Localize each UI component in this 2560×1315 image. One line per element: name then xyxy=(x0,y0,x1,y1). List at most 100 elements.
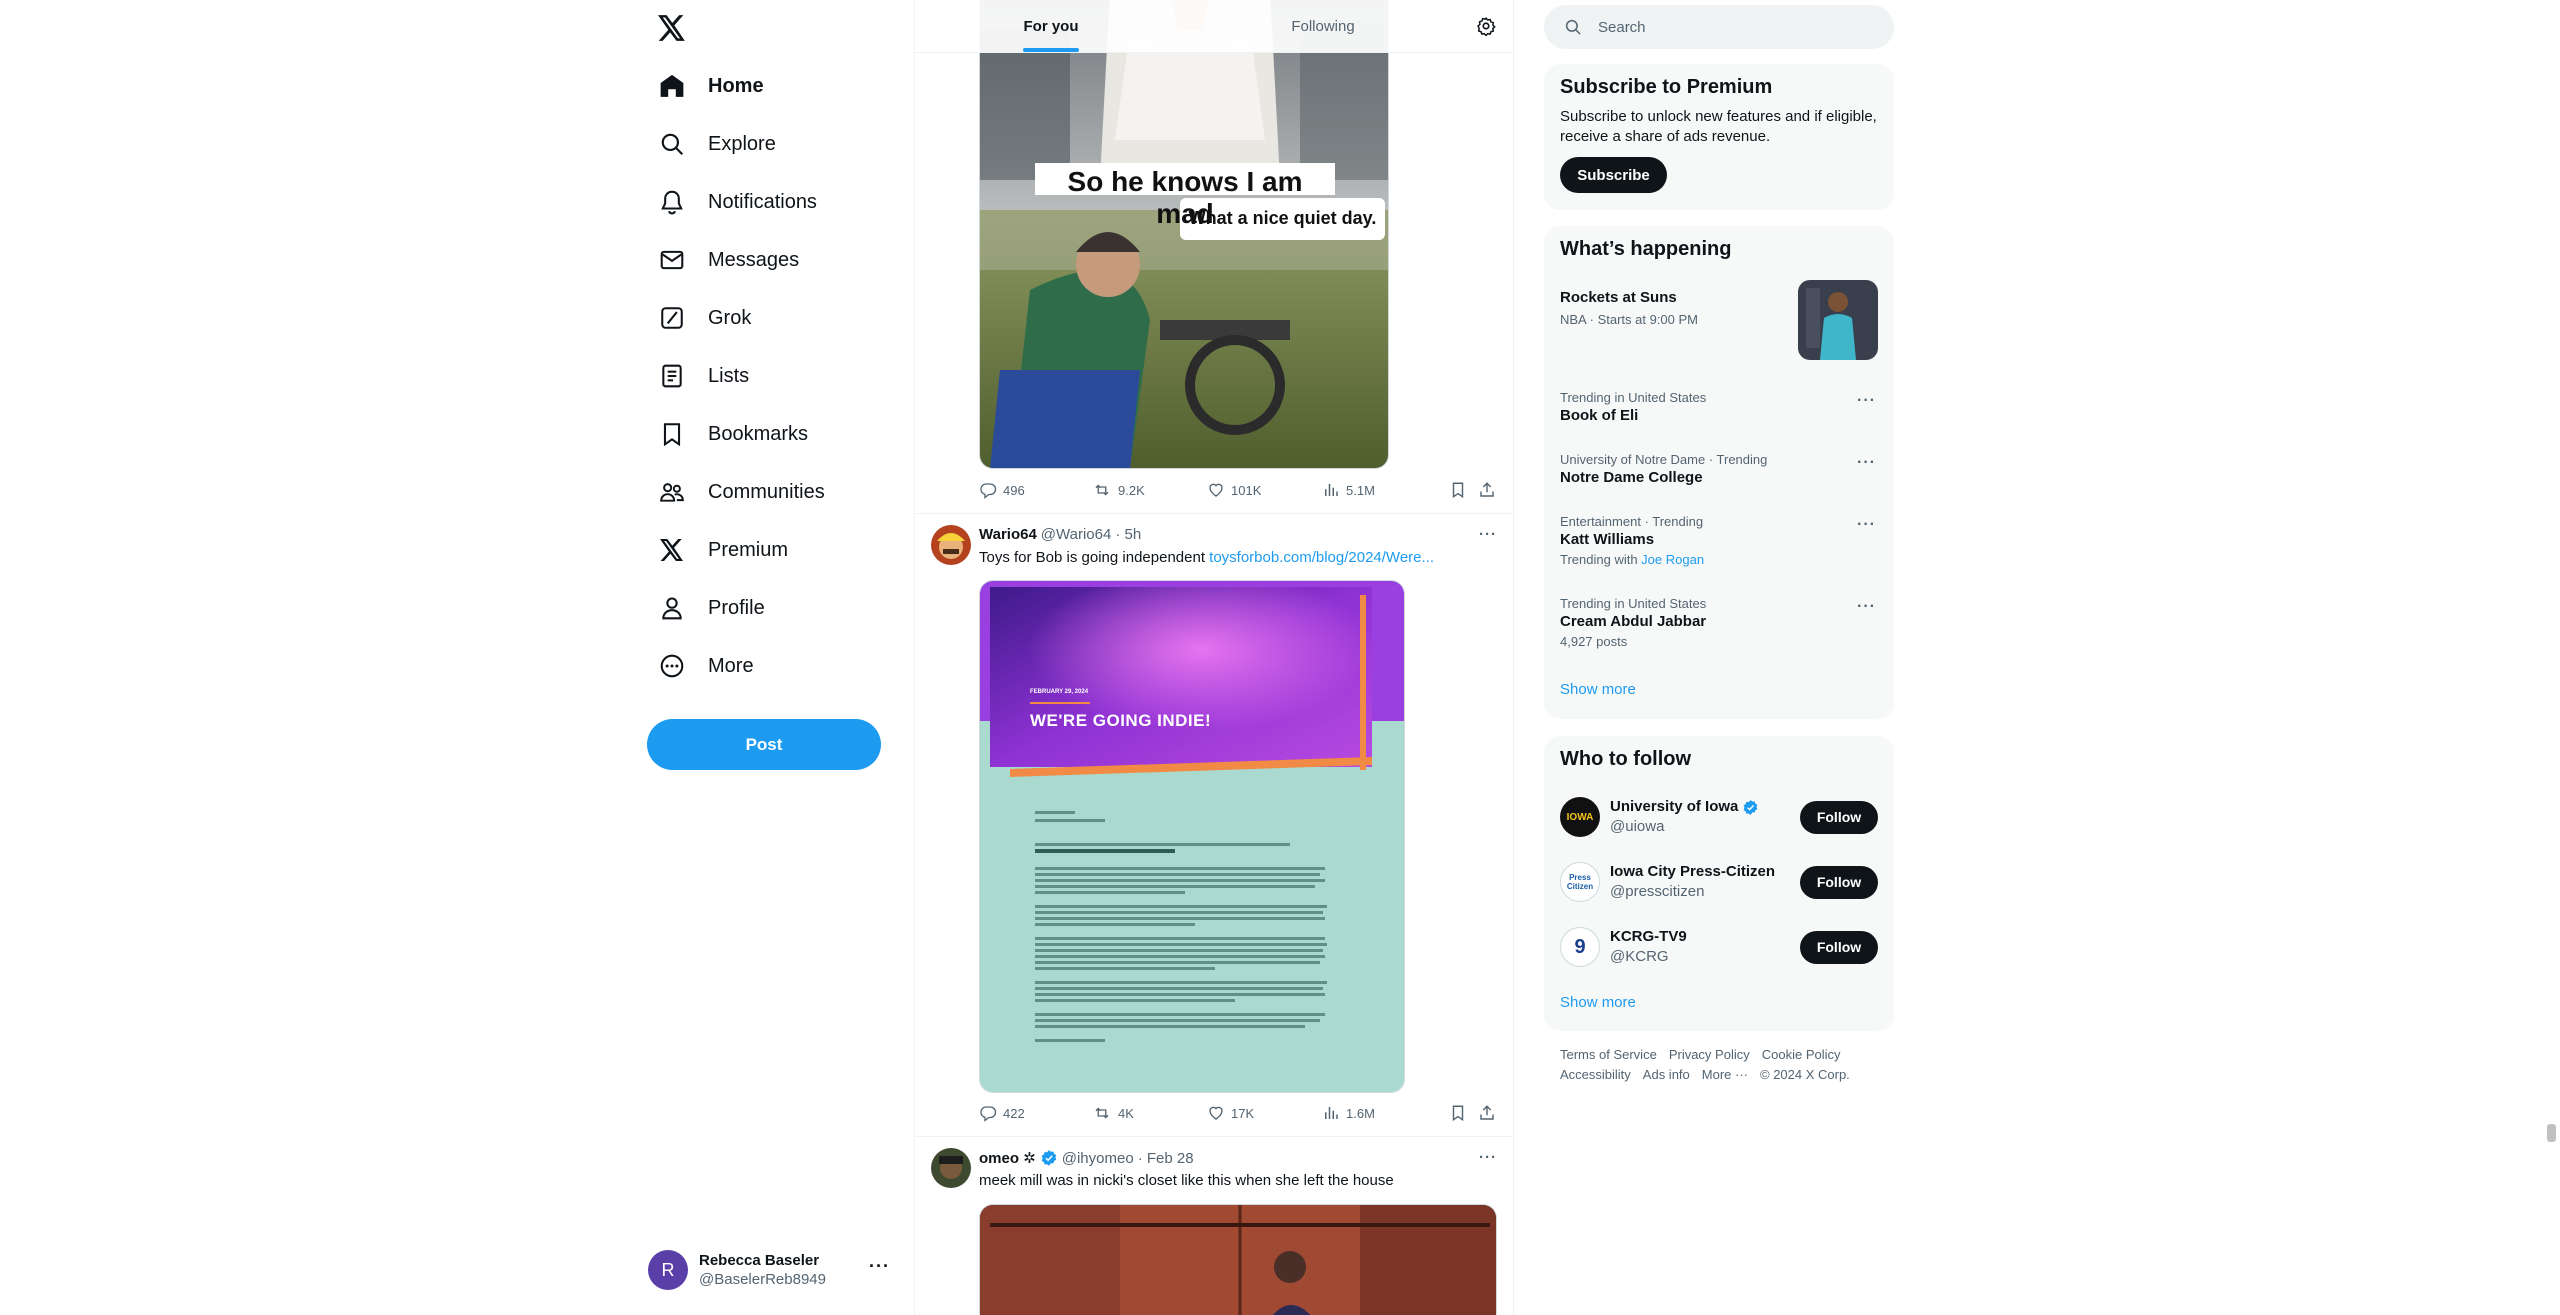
search-icon xyxy=(1565,19,1581,35)
nav-profile[interactable]: Profile xyxy=(640,582,765,634)
follow-button[interactable]: Follow xyxy=(1800,930,1878,964)
whats-happening-card: What’s happening Rockets at Suns NBA · S… xyxy=(1544,226,1894,719)
tab-label: Following xyxy=(1291,17,1355,35)
tweet-link[interactable]: toysforbob.com/blog/2024/Were... xyxy=(1209,549,1434,566)
tweet-time[interactable]: · 5h xyxy=(1115,526,1141,543)
nav-notifications[interactable]: Notifications xyxy=(640,176,817,228)
nav-more[interactable]: More xyxy=(640,640,754,692)
follow-suggestion[interactable]: IOWA University of Iowa @uiowa Follow xyxy=(1544,785,1894,849)
tweet-author-name[interactable]: Wario64 xyxy=(979,526,1037,543)
share-icon xyxy=(1480,1105,1494,1120)
follow-suggestion[interactable]: Press Citizen Iowa City Press-Citizen @p… xyxy=(1544,850,1894,914)
tweet-more-icon[interactable]: ··· xyxy=(1479,526,1497,543)
nav-grok[interactable]: Grok xyxy=(640,292,751,344)
bookmark-button[interactable] xyxy=(1449,481,1467,499)
search-input[interactable]: Search xyxy=(1598,19,1646,36)
footer-link[interactable]: Accessibility xyxy=(1560,1067,1631,1082)
view-count: 5.1M xyxy=(1346,482,1375,498)
avatar[interactable] xyxy=(931,1148,971,1188)
follow-name: University of Iowa xyxy=(1610,798,1739,815)
nav-label: Notifications xyxy=(708,190,817,213)
nav-communities[interactable]: Communities xyxy=(640,466,825,518)
tweet-body: Toys for Bob is going independent xyxy=(979,549,1210,566)
nav-bookmarks[interactable]: Bookmarks xyxy=(640,408,808,460)
show-more-link[interactable]: Show more xyxy=(1560,681,1636,698)
tweet-image-meme[interactable]: So he knows I am mad What a nice quiet d… xyxy=(979,0,1389,469)
share-button[interactable] xyxy=(1478,1104,1496,1122)
bookmark-button[interactable] xyxy=(1449,1104,1467,1122)
bookmark-icon xyxy=(658,420,686,448)
tweet-time[interactable]: · Feb 28 xyxy=(1138,1150,1194,1167)
gear-icon[interactable] xyxy=(1459,0,1513,52)
tab-for-you[interactable]: For you xyxy=(915,0,1187,52)
tweet-text: meek mill was in nicki's closet like thi… xyxy=(979,1172,1394,1189)
nav-home[interactable]: Home xyxy=(640,60,764,112)
tab-following[interactable]: Following xyxy=(1187,0,1459,52)
footer-link[interactable]: More ··· xyxy=(1702,1067,1748,1082)
tab-indicator xyxy=(1023,48,1079,52)
reply-button[interactable]: 422 xyxy=(979,1104,1025,1122)
tweet-more-icon[interactable]: ··· xyxy=(1479,1149,1497,1166)
trend-more-icon[interactable]: ··· xyxy=(1857,516,1876,534)
tweet-video[interactable] xyxy=(979,1204,1497,1315)
repost-button[interactable]: 9.2K xyxy=(1092,481,1145,499)
trend-item[interactable]: Entertainment · Trending Katt Williams T… xyxy=(1544,514,1894,568)
event-thumbnail xyxy=(1798,280,1878,360)
trend-meta-link[interactable]: Joe Rogan xyxy=(1641,552,1704,567)
share-button[interactable] xyxy=(1478,481,1496,499)
footer-link[interactable]: Terms of Service xyxy=(1560,1047,1657,1062)
tweet-actions: 422 4K 17K 1.6M xyxy=(979,1104,1501,1124)
search-box[interactable]: Search xyxy=(1544,5,1894,49)
like-button[interactable]: 17K xyxy=(1207,1104,1254,1122)
views-button[interactable]: 5.1M xyxy=(1322,481,1375,499)
scrollbar-thumb[interactable] xyxy=(2547,1124,2556,1142)
follow-button[interactable]: Follow xyxy=(1800,865,1878,899)
section-title: Who to follow xyxy=(1560,748,1692,770)
tweet-author-handle[interactable]: @Wario64 xyxy=(1041,526,1112,543)
reply-icon xyxy=(980,483,997,499)
trend-more-icon[interactable]: ··· xyxy=(1857,454,1876,472)
post-button[interactable]: Post xyxy=(647,719,881,770)
nav-premium[interactable]: Premium xyxy=(640,524,788,576)
x-logo-icon xyxy=(658,536,686,564)
show-more-link[interactable]: Show more xyxy=(1560,994,1636,1011)
footer-link[interactable]: Ads info xyxy=(1643,1067,1690,1082)
trend-more-icon[interactable]: ··· xyxy=(1857,598,1876,616)
like-count: 101K xyxy=(1231,482,1262,498)
tweet-author-handle[interactable]: @ihyomeo xyxy=(1062,1150,1134,1167)
trend-context: Entertainment · Trending xyxy=(1560,514,1704,529)
footer-link[interactable]: Privacy Policy xyxy=(1669,1047,1750,1062)
repost-button[interactable]: 4K xyxy=(1092,1104,1134,1122)
subscribe-button[interactable]: Subscribe xyxy=(1560,157,1667,193)
trend-more-icon[interactable]: ··· xyxy=(1857,392,1876,410)
like-button[interactable]: 101K xyxy=(1207,481,1261,499)
follow-handle: @presscitizen xyxy=(1610,883,1705,900)
avatar[interactable] xyxy=(931,525,971,565)
follow-button[interactable]: Follow xyxy=(1800,800,1878,834)
home-icon xyxy=(658,72,686,100)
account-more-icon[interactable]: ··· xyxy=(869,1256,890,1277)
nav-messages[interactable]: Messages xyxy=(640,234,799,286)
nav-label: Lists xyxy=(708,364,750,387)
right-sidebar: Search Subscribe to Premium Subscribe to… xyxy=(1544,0,1894,1315)
nav-explore[interactable]: Explore xyxy=(640,118,776,170)
trend-item[interactable]: Trending in United States Book of Eli ··… xyxy=(1544,390,1894,426)
trend-meta: Trending with Joe Rogan xyxy=(1560,552,1878,568)
footer-link[interactable]: Cookie Policy xyxy=(1762,1047,1841,1062)
account-switcher[interactable]: R Rebecca Baseler @BaselerReb8949 ··· xyxy=(648,1242,898,1298)
nav-lists[interactable]: Lists xyxy=(640,350,749,402)
avatar-text: IOWA xyxy=(1566,811,1594,823)
premium-card: Subscribe to Premium Subscribe to unlock… xyxy=(1544,64,1894,210)
follow-suggestion[interactable]: 9 KCRG-TV9 @KCRG Follow xyxy=(1544,915,1894,979)
tweet-image-blog[interactable]: FEBRUARY 29, 2024 WE'RE GOING INDIE! xyxy=(979,580,1405,1093)
trend-event[interactable]: Rockets at Suns NBA · Starts at 9:00 PM xyxy=(1544,280,1894,360)
reply-button[interactable]: 496 xyxy=(979,481,1025,499)
premium-text: Subscribe to unlock new features and if … xyxy=(1560,108,1877,145)
trend-item[interactable]: Trending in United States Cream Abdul Ja… xyxy=(1544,596,1894,650)
x-logo-icon[interactable] xyxy=(658,12,698,44)
trend-context: Trending in United States xyxy=(1560,596,1707,611)
tweet-author-name[interactable]: omeo ✲ xyxy=(979,1149,1036,1167)
repost-icon xyxy=(1095,484,1109,496)
views-button[interactable]: 1.6M xyxy=(1322,1104,1375,1122)
trend-item[interactable]: University of Notre Dame · Trending Notr… xyxy=(1544,452,1894,488)
